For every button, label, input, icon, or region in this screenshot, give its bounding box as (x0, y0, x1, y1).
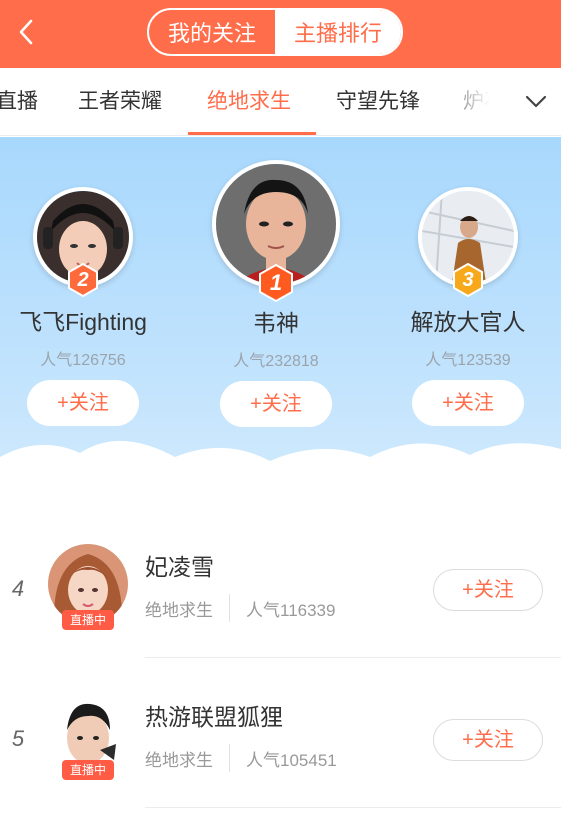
top-user-rank-1[interactable]: 1 韦神 人气232818 +关注 (191, 160, 361, 427)
rank-number: 5 (11, 726, 25, 751)
segment-switch: 我的关注 主播排行 (147, 8, 403, 56)
category-label: 绝地求生 (145, 600, 213, 620)
follow-button[interactable]: +关注 (433, 569, 543, 611)
back-button[interactable] (6, 10, 50, 54)
follow-button[interactable]: +关注 (27, 380, 139, 426)
tab-hearthstone[interactable]: 炉石 (463, 68, 505, 135)
user-name: 解放大官人 (410, 309, 526, 335)
live-badge: 直播中 (62, 610, 114, 630)
user-meta: 绝地求生 人气105451 (145, 744, 337, 772)
follow-button[interactable]: +关注 (433, 719, 543, 761)
tab-honor-of-kings[interactable]: 王者荣耀 (78, 68, 162, 135)
row-divider (145, 807, 561, 808)
active-tab-indicator (188, 132, 316, 135)
row-divider (145, 657, 561, 658)
top-three-podium: 2 飞飞Fighting 人气126756 +关注 1 韦神 人气232818 … (0, 137, 561, 527)
category-tabs: 直播 王者荣耀 绝地求生 守望先锋 炉石 (0, 68, 561, 136)
tab-overwatch[interactable]: 守望先锋 (336, 68, 420, 135)
rank-badge: 2 (66, 263, 100, 297)
popularity: 人气116339 (246, 600, 336, 620)
back-arrow-icon (19, 19, 33, 45)
popularity: 人气126756 (40, 352, 126, 369)
ranking-row[interactable]: 4 直播中 妃凌雪 绝地求生 人气116339 +关注 (0, 528, 561, 678)
header-bar: 我的关注 主播排行 (0, 0, 561, 68)
follow-button[interactable]: +关注 (220, 381, 332, 427)
popularity: 人气232818 (233, 353, 319, 370)
divider (229, 744, 230, 772)
popularity: 人气105451 (246, 750, 337, 770)
user-meta: 绝地求生 人气116339 (145, 594, 335, 622)
rank-badge: 3 (451, 263, 485, 297)
user-name: 韦神 (253, 310, 299, 336)
tabs-more-button[interactable] (518, 88, 554, 116)
rank-number: 4 (11, 576, 25, 601)
top-user-rank-3[interactable]: 3 解放大官人 人气123539 +关注 (383, 187, 553, 426)
user-name: 飞飞Fighting (19, 309, 147, 335)
category-label: 绝地求生 (145, 750, 213, 770)
rank-badge: 1 (257, 264, 295, 302)
follow-button[interactable]: +关注 (412, 380, 524, 426)
divider (229, 594, 230, 622)
popularity: 人气123539 (425, 352, 511, 369)
ranking-row[interactable]: 5 直播中 热游联盟狐狸 绝地求生 人气105451 +关注 (0, 678, 561, 819)
top-user-rank-2[interactable]: 2 飞飞Fighting 人气126756 +关注 (0, 187, 168, 426)
cloud-divider (0, 440, 561, 527)
segment-my-follows[interactable]: 我的关注 (149, 10, 275, 54)
tab-pubg[interactable]: 绝地求生 (207, 68, 291, 135)
tab-live[interactable]: 直播 (0, 68, 38, 135)
live-badge: 直播中 (62, 760, 114, 780)
user-name: 热游联盟狐狸 (145, 704, 283, 730)
chevron-down-icon (525, 95, 547, 108)
user-name: 妃凌雪 (145, 554, 214, 580)
segment-anchor-ranking[interactable]: 主播排行 (275, 10, 401, 54)
